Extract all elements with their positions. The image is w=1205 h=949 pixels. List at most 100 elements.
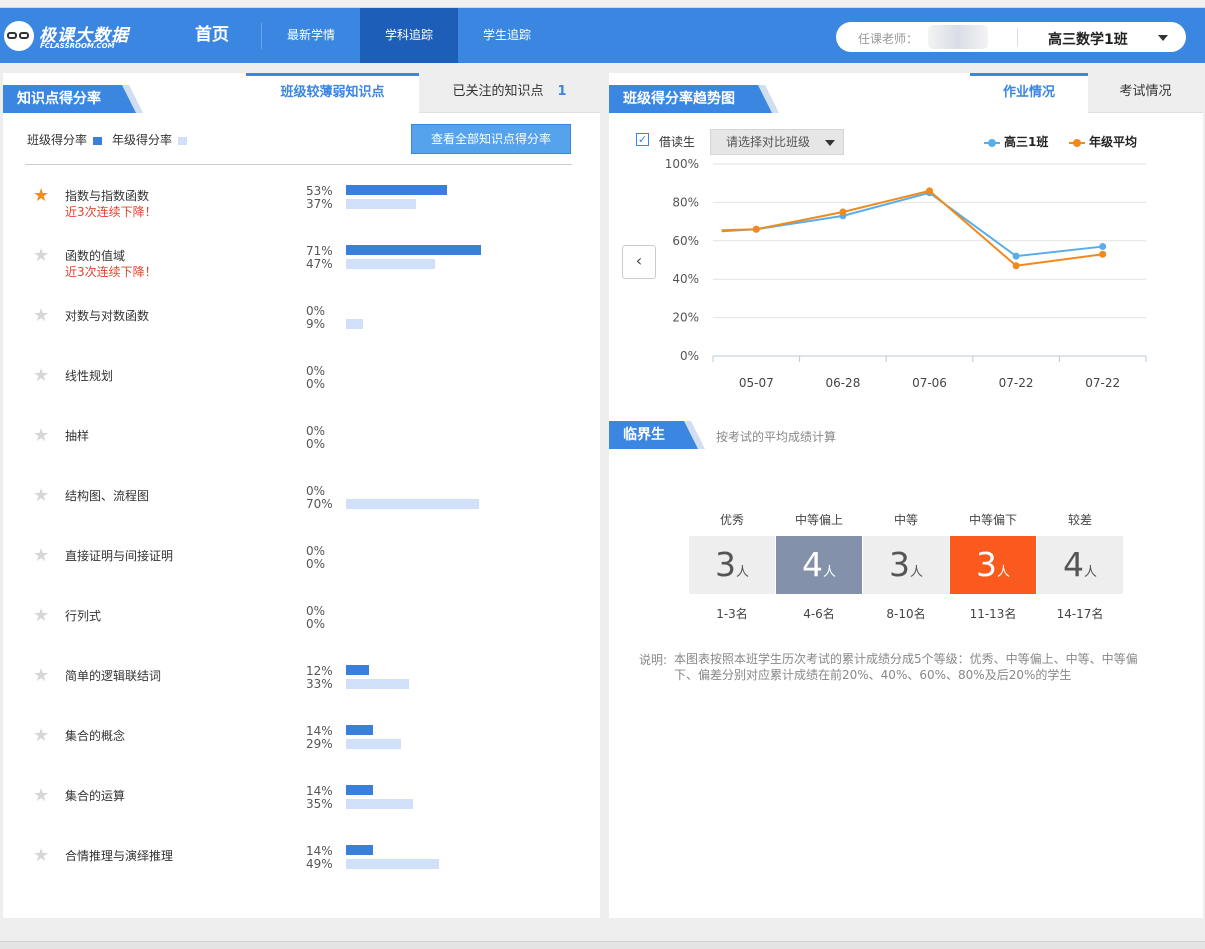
nav-student-tracking[interactable]: 学生追踪: [458, 8, 556, 63]
nav-home[interactable]: 首页: [180, 8, 244, 63]
level-label: 中等偏上: [794, 513, 843, 527]
knowledge-point-row[interactable]: ★ 直接证明与间接证明 0% 0%: [3, 544, 600, 607]
x-tick-label: 07-22: [999, 376, 1034, 390]
tab-weak-points[interactable]: 班级较薄弱知识点: [246, 73, 419, 113]
class-score-pct: 0%: [306, 304, 326, 318]
x-tick-label: 07-06: [912, 376, 947, 390]
knowledge-point-panel: 班级较薄弱知识点 已关注的知识点 1 知识点得分率 班级得分率 年级得分率 查看全部…: [3, 73, 600, 918]
star-icon[interactable]: ★: [33, 247, 49, 265]
knowledge-point-row[interactable]: ★ 结构图、流程图 0% 70%: [3, 484, 600, 547]
knowledge-point-row[interactable]: ★ 行列式 0% 0%: [3, 604, 600, 667]
knowledge-point-row[interactable]: ★ 线性规划 0% 0%: [3, 364, 600, 427]
grade-score-bar: [346, 859, 440, 869]
level-rank-range: 8-10名: [886, 607, 926, 621]
grade-score-pct: 70%: [306, 497, 333, 511]
class-selector[interactable]: 任课老师： 高三数学1班: [836, 22, 1186, 52]
grade-score-pct: 29%: [306, 737, 333, 751]
view-all-points-button[interactable]: 查看全部知识点得分率: [411, 124, 571, 154]
star-icon[interactable]: ★: [33, 847, 49, 865]
level-label: 优秀: [719, 513, 744, 527]
level-unit: 人: [822, 565, 836, 580]
tab-followed-points[interactable]: 已关注的知识点 1: [419, 73, 600, 113]
knowledge-point-name[interactable]: 行列式: [65, 607, 101, 624]
y-tick-label: 100%: [665, 157, 699, 171]
series-point: [926, 187, 933, 195]
grade-score-pct: 0%: [306, 437, 326, 451]
divider: [1017, 28, 1018, 46]
knowledge-point-row[interactable]: ★ 函数的值域 近3次连续下降！ 71% 47%: [3, 244, 600, 307]
knowledge-point-row[interactable]: ★ 指数与指数函数 近3次连续下降！ 53% 37%: [3, 184, 600, 247]
grade-score-pct: 33%: [306, 677, 333, 691]
class-score-bar: [346, 845, 373, 855]
grade-score-bar: [346, 739, 402, 749]
class-score-pct: 0%: [306, 364, 326, 378]
level-rank-range: 1-3名: [716, 607, 748, 621]
series-point: [752, 225, 760, 233]
class-score-pct: 14%: [306, 724, 333, 738]
level-unit: 人: [996, 565, 1010, 580]
grade-score-bar: [346, 499, 479, 509]
window-top-strip: [0, 0, 1205, 8]
star-icon[interactable]: ★: [33, 487, 49, 505]
knowledge-point-name[interactable]: 集合的概念: [65, 727, 125, 744]
section-title-critical: 临界生: [609, 421, 698, 449]
level-count-box[interactable]: 3人: [863, 536, 949, 594]
knowledge-point-row[interactable]: ★ 集合的运算 14% 35%: [3, 784, 600, 847]
knowledge-point-name[interactable]: 直接证明与间接证明: [65, 547, 173, 564]
legend-grade-label: 年级得分率: [112, 133, 173, 147]
logo[interactable]: 极课大数据 FCLASSROOM.COM: [4, 21, 134, 53]
knowledge-point-name[interactable]: 函数的值域: [65, 247, 125, 264]
class-score-pct: 0%: [306, 424, 326, 438]
nav-latest[interactable]: 最新学情: [262, 8, 360, 63]
level-count: 4: [1062, 545, 1084, 584]
knowledge-point-name[interactable]: 对数与对数函数: [65, 307, 149, 324]
grade-score-bar: [346, 259, 436, 269]
class-score-bar: [346, 725, 373, 735]
star-icon[interactable]: ★: [33, 427, 49, 445]
star-icon[interactable]: ★: [33, 307, 49, 325]
class-score-pct: 0%: [306, 484, 326, 498]
knowledge-point-name[interactable]: 集合的运算: [65, 787, 125, 804]
star-icon[interactable]: ★: [33, 727, 49, 745]
level-count-box[interactable]: 3人: [689, 536, 775, 594]
decline-warning: 近3次连续下降！: [65, 205, 157, 219]
knowledge-point-name[interactable]: 简单的逻辑联结词: [65, 667, 161, 684]
knowledge-point-name[interactable]: 结构图、流程图: [65, 487, 149, 504]
level-count: 4: [801, 545, 823, 584]
level-count-box[interactable]: 4人: [1037, 536, 1123, 594]
grade-score-pct: 49%: [306, 857, 333, 871]
left-tab-strip: 班级较薄弱知识点 已关注的知识点 1: [246, 73, 600, 113]
x-tick-label: 05-07: [739, 376, 774, 390]
nav-subject-tracking[interactable]: 学科追踪: [360, 8, 458, 63]
grade-score-pct: 47%: [306, 257, 333, 271]
x-tick-label: 07-22: [1085, 376, 1120, 390]
knowledge-point-row[interactable]: ★ 对数与对数函数 0% 9%: [3, 304, 600, 367]
knowledge-point-row[interactable]: ★ 合情推理与演绎推理 14% 49%: [3, 844, 600, 907]
star-icon[interactable]: ★: [33, 367, 49, 385]
knowledge-point-name[interactable]: 合情推理与演绎推理: [65, 847, 173, 864]
chart-prev-button[interactable]: ‹: [622, 245, 656, 279]
knowledge-point-row[interactable]: ★ 抽样 0% 0%: [3, 424, 600, 487]
class-score-pct: 53%: [306, 184, 333, 198]
note-text: 本图表按照本班学生历次考试的累计成绩分成5个等级：优秀、中等偏上、中等、中等偏下…: [674, 652, 1138, 682]
knowledge-point-row[interactable]: ★ 集合的概念 14% 29%: [3, 724, 600, 787]
y-tick-label: 40%: [672, 272, 699, 286]
star-icon[interactable]: ★: [33, 187, 49, 205]
teacher-name-redacted: [928, 25, 988, 49]
knowledge-point-name[interactable]: 抽样: [65, 427, 89, 444]
star-icon[interactable]: ★: [33, 667, 49, 685]
knowledge-point-name[interactable]: 指数与指数函数: [65, 187, 149, 204]
chevron-left-icon: ‹: [635, 251, 643, 270]
trend-line-chart: 0% 20% 40% 60% 80% 100% 05-07 06-28 07-06 07-22 07…: [665, 157, 1147, 390]
knowledge-point-name[interactable]: 线性规划: [65, 367, 113, 384]
star-icon[interactable]: ★: [33, 607, 49, 625]
grade-score-pct: 35%: [306, 797, 333, 811]
level-count-box[interactable]: 3人: [950, 536, 1036, 594]
y-tick-label: 60%: [672, 234, 699, 248]
level-count-box[interactable]: 4人: [776, 536, 862, 594]
knowledge-point-row[interactable]: ★ 简单的逻辑联结词 12% 33%: [3, 664, 600, 727]
star-icon[interactable]: ★: [33, 787, 49, 805]
star-icon[interactable]: ★: [33, 547, 49, 565]
divider: [25, 164, 572, 165]
window-bottom-strip: [0, 941, 1205, 949]
